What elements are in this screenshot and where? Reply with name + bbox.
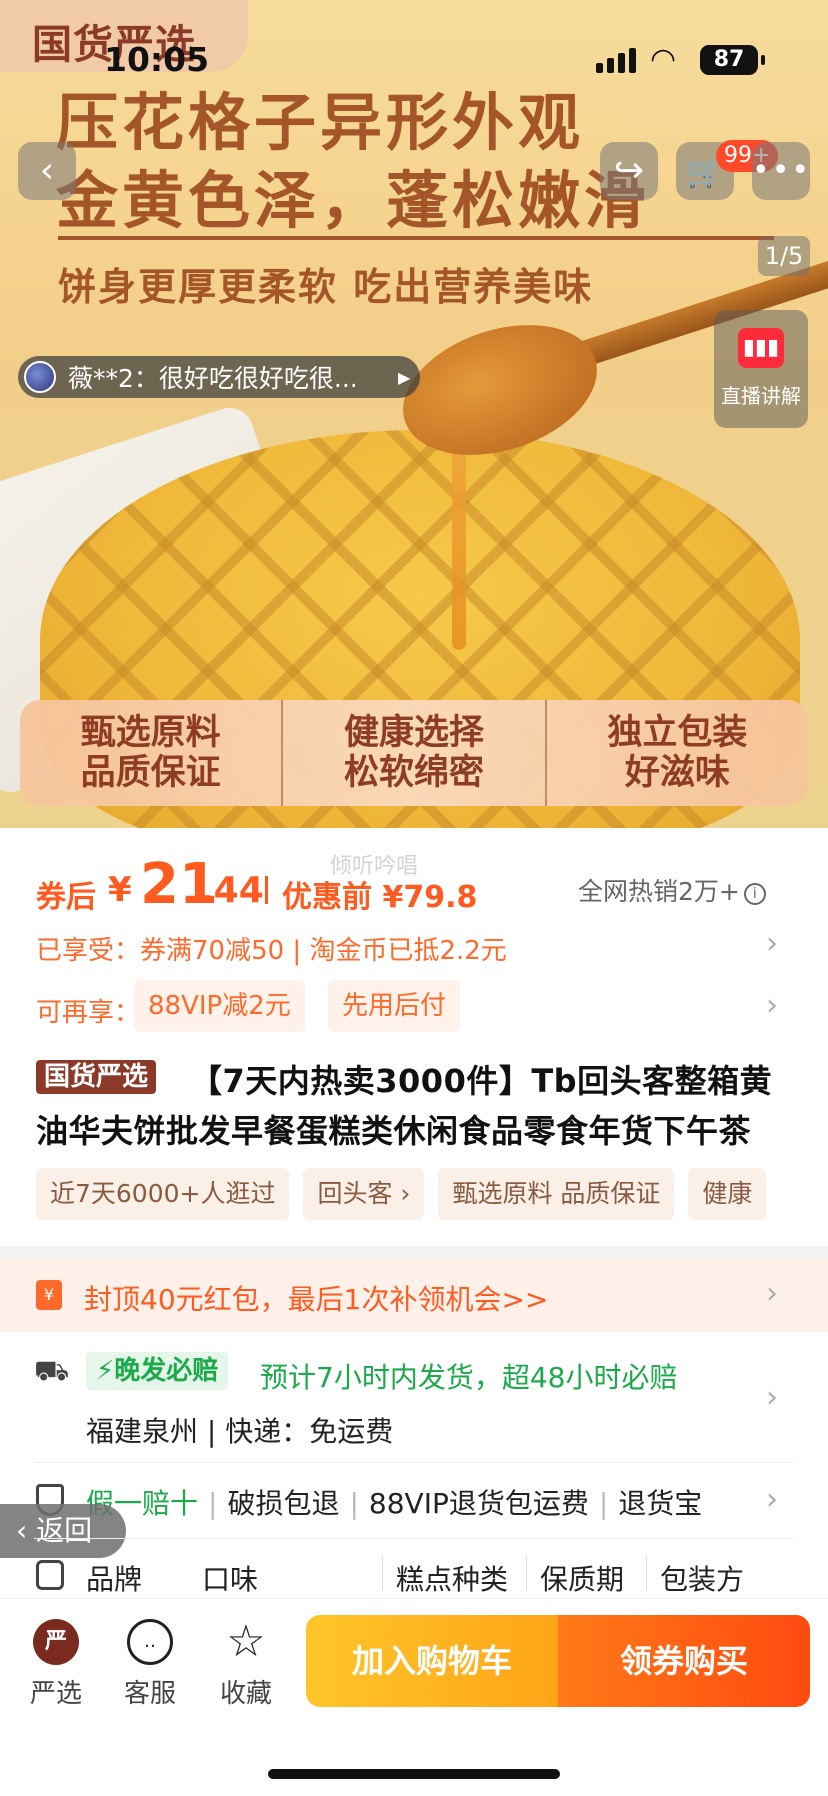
share-button[interactable]: ↪ — [600, 142, 658, 200]
review-bubble[interactable]: 薇**2：很好吃很好吃很... ▶ — [18, 356, 420, 398]
favorite-label: 收藏 — [219, 1679, 272, 1709]
add-to-cart-button[interactable]: 加入购物车 — [306, 1615, 558, 1707]
section-divider — [0, 1246, 828, 1258]
spec-packaging: 包装方 — [660, 1563, 745, 1596]
chevron-right-icon: › — [766, 1276, 778, 1311]
home-indicator — [268, 1769, 560, 1779]
red-packet-icon: ¥ — [36, 1280, 62, 1310]
chevron-right-icon[interactable]: › — [766, 988, 778, 1023]
store-logo-icon: 严 — [33, 1619, 79, 1665]
hero-divider — [58, 236, 774, 240]
store-label: 严选 — [29, 1679, 82, 1709]
star-icon: ☆ — [226, 1616, 266, 1667]
coupon-buy-button[interactable]: 领券购买 — [558, 1615, 810, 1707]
spec-shelf-life: 保质期 — [540, 1563, 625, 1596]
store-button[interactable]: 严 严选 — [16, 1619, 96, 1710]
chevron-right-icon[interactable]: › — [766, 926, 778, 961]
review-text: 薇**2：很好吃很好吃很... — [68, 364, 358, 393]
shipping-origin: 福建泉州 | 快递：免运费 — [86, 1415, 394, 1448]
feature-band: 甄选原料 品质保证 健康选择 松软绵密 独立包装 好滋味 — [20, 700, 808, 806]
customer-service-button[interactable]: ‥ 客服 — [110, 1619, 190, 1710]
guarantee-row[interactable]: 假一赔十 | 破损包退 | 88VIP退货包运费 | 退货宝 — [86, 1482, 702, 1522]
late-ship-badge: ⚡晚发必赔 — [86, 1352, 229, 1390]
price-decimal: .44 — [200, 870, 264, 911]
chevron-right-icon[interactable]: › — [766, 1482, 778, 1517]
customer-service-label: 客服 — [123, 1679, 176, 1709]
live-explain-button[interactable]: ▮▮▮ 直播讲解 — [714, 310, 808, 428]
favorite-button[interactable]: ☆ 收藏 — [206, 1619, 286, 1710]
feature-item: 健康选择 松软绵密 — [283, 700, 547, 806]
enjoyed-discounts[interactable]: 已享受：券满70减50 | 淘金币已抵2.2元 — [36, 930, 507, 967]
pay-later-chip[interactable]: 先用后付 — [328, 980, 461, 1032]
tag-health: 健康 — [688, 1168, 767, 1220]
live-icon: ▮▮▮ — [738, 328, 784, 368]
hero-headline-1: 压花格子异形外观 — [56, 86, 585, 159]
price-currency: ¥ — [108, 870, 132, 910]
more-discounts-label: 可再享： — [36, 998, 141, 1028]
spec-separator — [382, 1556, 383, 1590]
hero-headline-2: 金黄色泽，蓬松嫩滑 — [56, 164, 651, 237]
sales-count[interactable]: 全网热销2万+ i — [578, 872, 766, 908]
battery-icon: 87 — [700, 45, 765, 75]
bottom-action-bar: 严 严选 ‥ 客服 ☆ 收藏 加入购物车 领券购买 — [0, 1598, 828, 1796]
live-label: 直播讲解 — [721, 384, 801, 408]
after-coupon-label: 券后 — [36, 880, 96, 915]
tag-repeat-customer[interactable]: 回头客 › — [303, 1168, 425, 1220]
product-title-line-2: 油华夫饼批发早餐蛋糕类休闲食品零食年货下午茶 — [36, 1112, 752, 1150]
truck-icon: ⛟ — [34, 1354, 70, 1387]
play-icon: ▶ — [398, 367, 411, 387]
chat-face-icon: ‥ — [127, 1619, 173, 1665]
tag-views: 近7天6000+人逛过 — [36, 1168, 290, 1220]
spec-flavor: 口味 — [202, 1563, 259, 1596]
tag-quality: 甄选原料 品质保证 — [438, 1168, 675, 1220]
feature-item: 甄选原料 品质保证 — [20, 700, 284, 806]
image-page-counter: 1/5 — [758, 236, 810, 276]
divider — [34, 1462, 794, 1463]
chevron-right-icon[interactable]: › — [766, 1380, 778, 1415]
tag-row: 近7天6000+人逛过 回头客 › 甄选原料 品质保证 健康 — [36, 1168, 828, 1220]
red-packet-promo[interactable]: ¥ 封顶40元红包，最后1次补领机会>> › — [0, 1258, 828, 1332]
wifi-icon: ◠ — [650, 42, 677, 77]
spec-separator — [646, 1556, 647, 1590]
divider — [34, 1538, 794, 1539]
spec-brand: 品牌 — [86, 1563, 143, 1596]
feature-item: 独立包装 好滋味 — [607, 713, 748, 793]
spec-list-icon — [36, 1560, 64, 1590]
spec-cake-type: 糕点种类 — [396, 1563, 509, 1596]
back-button[interactable]: ‹ — [18, 142, 76, 200]
more-button[interactable]: ••• — [752, 142, 810, 200]
spec-separator — [526, 1556, 527, 1590]
more-icon: ••• — [752, 153, 812, 188]
vip-discount-chip[interactable]: 88VIP减2元 — [134, 980, 305, 1032]
hero-subheadline: 饼身更厚更柔软 吃出营养美味 — [58, 265, 594, 309]
share-icon: ↪ — [613, 150, 645, 191]
shipping-estimate: 预计7小时内发货，超48小时必赔 — [260, 1361, 678, 1394]
chevron-left-icon: ‹ — [39, 150, 55, 191]
brand-title-badge: 国货严选 — [36, 1060, 157, 1094]
return-button[interactable]: ‹ 返回 — [0, 1504, 126, 1558]
price-before-discount: 优惠前 ¥79.8 — [282, 880, 478, 915]
product-title-line-1: 【7天内热卖3000件】Tb回头客整箱黄 — [190, 1062, 773, 1100]
promo-text: 封顶40元红包，最后1次补领机会>> — [84, 1283, 549, 1316]
product-image-carousel[interactable]: 国货严选 10:05 ◠ 87 压花格子异形外观 金黄色泽，蓬松嫩滑 饼身更厚更… — [0, 0, 828, 828]
avatar — [24, 361, 56, 393]
signal-icon — [596, 48, 636, 73]
info-icon: i — [743, 883, 766, 905]
price-separator — [265, 876, 268, 904]
